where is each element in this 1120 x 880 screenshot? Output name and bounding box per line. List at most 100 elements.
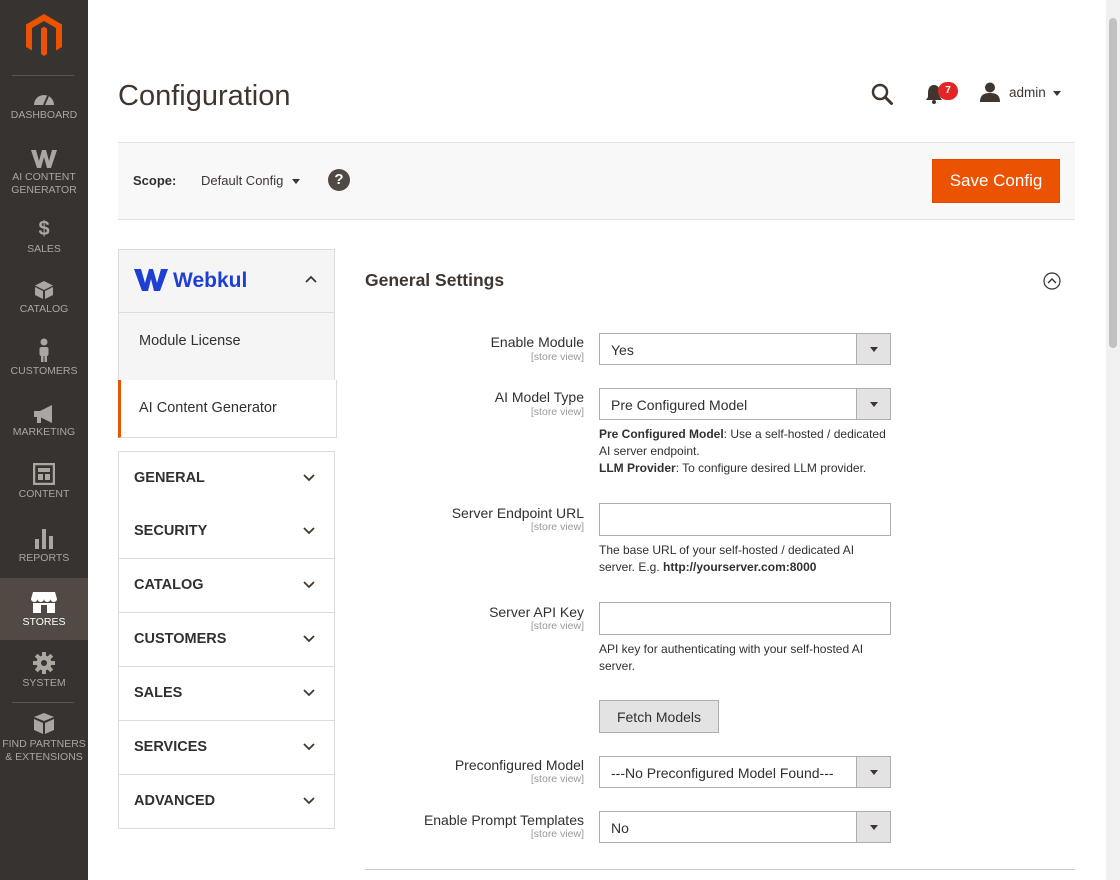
webkul-icon xyxy=(31,150,57,168)
chevron-down-icon xyxy=(303,474,315,482)
preconfigured-model-select[interactable]: ---No Preconfigured Model Found--- xyxy=(599,756,891,788)
enable-module-select[interactable]: Yes xyxy=(599,333,891,365)
field-scope-hint: [store view] xyxy=(530,351,584,363)
dollar-icon: $ xyxy=(38,218,50,240)
dashboard-icon xyxy=(34,95,54,106)
nav-content[interactable]: CONTENT xyxy=(0,463,88,507)
nav-ai-content-generator[interactable]: AI CONTENT GENERATOR xyxy=(0,150,88,208)
select-value: No xyxy=(611,820,629,836)
nav-reports[interactable]: REPORTS xyxy=(0,527,88,567)
tab-group-customers[interactable]: CUSTOMERS xyxy=(118,613,335,667)
tab-group-label: SECURITY xyxy=(134,523,208,539)
tab-label: AI Content Generator xyxy=(139,400,277,416)
page-title: Configuration xyxy=(118,80,291,112)
sidebar-divider xyxy=(12,75,74,76)
note-term: LLM Provider xyxy=(599,461,676,475)
nav-label: FIND PARTNERS & EXTENSIONS xyxy=(2,738,86,763)
store-icon xyxy=(31,592,57,613)
chevron-down-icon xyxy=(303,635,315,643)
page-scrollbar[interactable] xyxy=(1106,0,1120,880)
tab-group-security[interactable]: SECURITY xyxy=(118,505,335,559)
chevron-down-icon xyxy=(303,581,315,589)
chevron-down-icon[interactable] xyxy=(292,179,300,184)
nav-label: CATALOG xyxy=(19,303,69,315)
nav-stores[interactable]: STORES xyxy=(0,578,88,640)
select-value: Pre Configured Model xyxy=(611,397,748,413)
nav-label: CUSTOMERS xyxy=(10,365,78,377)
nav-marketing[interactable]: MARKETING xyxy=(0,405,88,445)
server-endpoint-url-input[interactable] xyxy=(599,503,891,536)
server-api-key-input[interactable] xyxy=(599,602,891,635)
nav-label: SALES xyxy=(27,243,61,255)
nav-catalog[interactable]: CATALOG xyxy=(0,280,88,320)
field-label-ai-model-type: AI Model Type xyxy=(494,389,584,405)
enable-prompt-templates-select[interactable]: No xyxy=(599,811,891,843)
field-label-server-endpoint-url: Server Endpoint URL xyxy=(451,505,584,521)
tab-group-sales[interactable]: SALES xyxy=(118,667,335,721)
tab-group-advanced[interactable]: ADVANCED xyxy=(118,775,335,829)
chevron-down-icon[interactable] xyxy=(856,812,890,842)
tab-label: Module License xyxy=(139,333,241,349)
section-title-general-settings[interactable]: General Settings xyxy=(365,270,504,291)
save-config-button[interactable]: Save Config xyxy=(932,159,1060,203)
tab-group-webkul[interactable]: Webkul xyxy=(118,249,335,313)
field-label-enable-module: Enable Module xyxy=(490,334,584,350)
field-scope-hint: [store view] xyxy=(530,406,584,418)
layout-icon xyxy=(33,463,55,485)
help-icon[interactable]: ? xyxy=(328,169,350,191)
nav-dashboard[interactable]: DASHBOARD xyxy=(0,90,88,142)
note-text: : To configure desired LLM provider. xyxy=(675,461,867,475)
chevron-down-icon[interactable] xyxy=(1053,91,1061,96)
megaphone-icon xyxy=(34,405,52,423)
fetch-models-button[interactable]: Fetch Models xyxy=(599,700,719,733)
nav-label: MARKETING xyxy=(12,426,76,438)
tab-group-label: GENERAL xyxy=(134,470,205,486)
webkul-logo-icon xyxy=(134,269,168,291)
scope-switcher[interactable]: Default Config xyxy=(201,173,283,188)
notification-count-badge[interactable]: 7 xyxy=(938,82,958,100)
nav-label: DASHBOARD xyxy=(10,109,78,121)
field-label-preconfigured-model: Preconfigured Model xyxy=(454,757,584,773)
tab-group-label: ADVANCED xyxy=(134,793,216,809)
nav-sales[interactable]: $ SALES xyxy=(0,218,88,258)
tab-ai-content-generator[interactable]: AI Content Generator xyxy=(118,380,337,438)
nav-find-partners[interactable]: FIND PARTNERS & EXTENSIONS xyxy=(0,713,88,769)
scope-bar: Scope: Default Config ? Save Config xyxy=(118,142,1075,220)
section-divider xyxy=(365,869,1075,870)
collapse-section-icon[interactable] xyxy=(1043,272,1061,290)
tab-group-catalog[interactable]: CATALOG xyxy=(118,559,335,613)
chevron-down-icon xyxy=(303,689,315,697)
note-example-url: http://yourserver.com:8000 xyxy=(663,560,817,574)
field-scope-hint: [store view] xyxy=(530,828,584,840)
boxes-icon xyxy=(34,713,54,734)
field-scope-hint: [store view] xyxy=(530,773,584,785)
tab-module-license[interactable]: Module License xyxy=(118,313,335,381)
select-value: Yes xyxy=(611,342,634,358)
chevron-down-icon[interactable] xyxy=(856,757,890,787)
user-menu-name[interactable]: admin xyxy=(1009,85,1046,100)
server-api-key-note: API key for authenticating with your sel… xyxy=(599,642,864,673)
brand-name: Webkul xyxy=(173,269,248,292)
tab-group-label: SERVICES xyxy=(134,739,208,755)
note-term: Pre Configured Model xyxy=(599,427,724,441)
user-avatar-icon[interactable] xyxy=(980,82,1000,107)
tab-group-general[interactable]: GENERAL xyxy=(118,451,335,506)
chevron-down-icon xyxy=(303,797,315,805)
magento-logo-icon[interactable] xyxy=(0,14,88,64)
chevron-up-icon[interactable] xyxy=(305,275,317,283)
nav-customers[interactable]: CUSTOMERS xyxy=(0,338,88,382)
nav-label: AI CONTENT GENERATOR xyxy=(11,171,77,196)
tab-group-label: SALES xyxy=(134,685,183,701)
gear-icon xyxy=(33,652,55,674)
server-endpoint-url-note: The base URL of your self-hosted / dedic… xyxy=(599,542,874,576)
ai-model-type-select[interactable]: Pre Configured Model xyxy=(599,388,891,420)
tab-group-services[interactable]: SERVICES xyxy=(118,721,335,775)
cube-icon xyxy=(35,281,53,299)
scrollbar-thumb[interactable] xyxy=(1109,18,1117,348)
chevron-down-icon[interactable] xyxy=(856,334,890,364)
chevron-down-icon[interactable] xyxy=(856,389,890,419)
nav-system[interactable]: SYSTEM xyxy=(0,652,88,692)
search-icon[interactable] xyxy=(871,83,893,110)
nav-label: SYSTEM xyxy=(22,677,66,689)
ai-model-type-note: Pre Configured Model: Use a self-hosted … xyxy=(599,426,889,477)
